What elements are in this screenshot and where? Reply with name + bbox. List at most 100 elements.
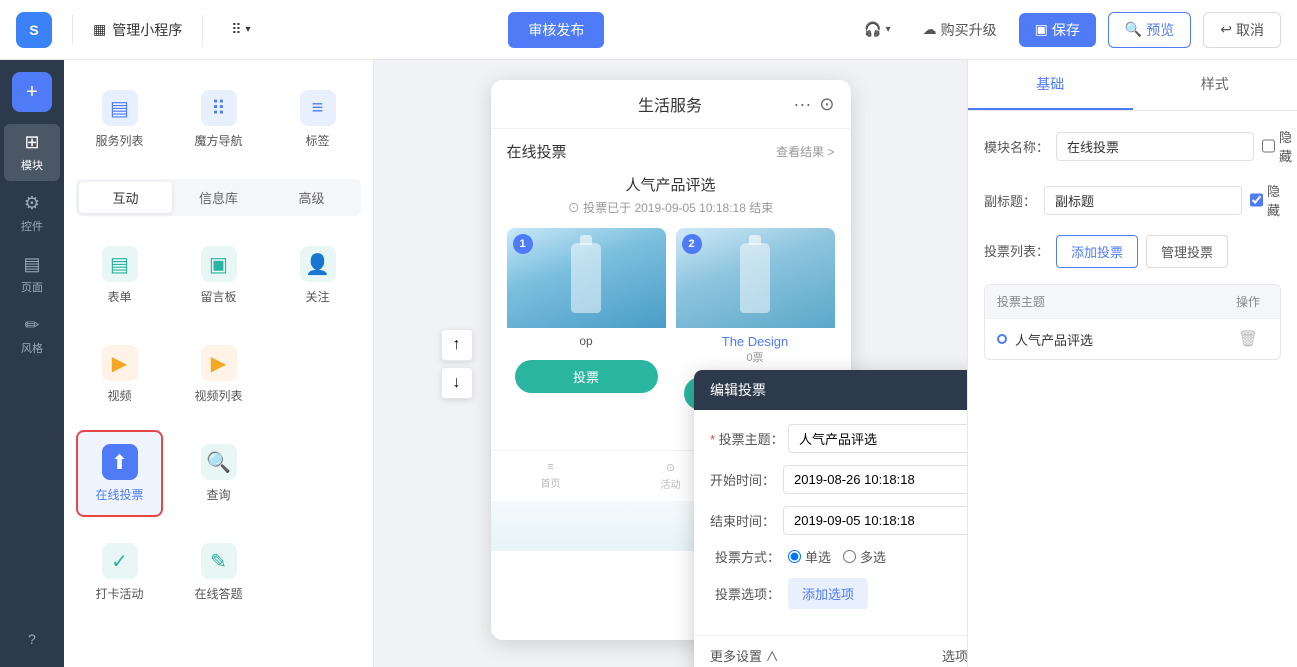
service-list-label: 服务列表 bbox=[95, 132, 143, 149]
module-tag[interactable]: ≡ 标签 bbox=[274, 76, 361, 163]
left-sidebar: + ⊞ 模块 ⚙ 控件 ▤ 页面 ✏ 风格 ? bbox=[0, 60, 64, 667]
hide-label: 隐藏 bbox=[1279, 127, 1293, 165]
vote-online-icon: ⬆ bbox=[102, 444, 138, 480]
radio-multiple[interactable]: 多选 bbox=[843, 547, 886, 566]
help-btn[interactable]: ? bbox=[20, 623, 44, 655]
module-magic-nav[interactable]: ⠿ 魔方导航 bbox=[175, 76, 262, 163]
record-icon[interactable]: ⊙ bbox=[819, 94, 834, 115]
vote-list-label: 投票列表： bbox=[984, 235, 1048, 260]
arrow-up-btn[interactable]: ↑ bbox=[441, 329, 473, 361]
manage-miniprogram-btn[interactable]: ▦ 管理小程序 bbox=[93, 20, 182, 40]
card1-info: op bbox=[507, 328, 666, 354]
arrow-down-btn[interactable]: ↓ bbox=[441, 367, 473, 399]
sidebar-item-style[interactable]: ✏ 风格 bbox=[4, 307, 60, 364]
delete-row-btn[interactable]: 🗑 bbox=[1238, 329, 1258, 349]
module-quiz[interactable]: ✎ 在线答题 bbox=[175, 529, 262, 616]
radio-single[interactable]: 单选 bbox=[788, 547, 831, 566]
follow-icon: 👤 bbox=[300, 246, 336, 282]
sidebar-item-module[interactable]: ⊞ 模块 bbox=[4, 124, 60, 181]
headset-btn[interactable]: 🎧 ▾ bbox=[854, 15, 900, 44]
phone-header: 生活服务 ··· ⊙ bbox=[491, 80, 851, 129]
interactive-modules-grid: ▤ 表单 ▣ 留言板 👤 关注 ▶ 视频 ▶ 视频列表 ⬆ 在线投票 bbox=[76, 232, 361, 616]
topbar: S ▦ 管理小程序 ⠿ ▾ 审核发布 🎧 ▾ ☁ 购买升级 ▣ 保存 🔍 预览 … bbox=[0, 0, 1297, 60]
module-service-list[interactable]: ▤ 服务列表 bbox=[76, 76, 163, 163]
module-follow[interactable]: 👤 关注 bbox=[274, 232, 361, 319]
subtitle-hide-checkbox-label: 隐藏 bbox=[1250, 181, 1281, 219]
video-list-label: 视频列表 bbox=[194, 387, 242, 404]
tab-basic[interactable]: 基础 bbox=[968, 60, 1133, 110]
subtitle-hide-checkbox[interactable] bbox=[1250, 193, 1263, 207]
subtitle-input[interactable] bbox=[1044, 186, 1242, 215]
module-video[interactable]: ▶ 视频 bbox=[76, 331, 163, 418]
tab-interactive[interactable]: 互动 bbox=[79, 182, 172, 213]
sidebar-item-control-label: 控件 bbox=[21, 218, 43, 234]
manage-vote-btn[interactable]: 管理投票 bbox=[1146, 235, 1228, 268]
poll-title: 人气产品评选 bbox=[507, 174, 835, 195]
canvas-left-arrows: ↑ ↓ bbox=[441, 329, 473, 399]
tab-style[interactable]: 样式 bbox=[1133, 60, 1297, 110]
query-icon: 🔍 bbox=[201, 444, 237, 480]
module-vote-online[interactable]: ⬆ 在线投票 bbox=[76, 430, 163, 517]
module-message-board[interactable]: ▣ 留言板 bbox=[175, 232, 262, 319]
end-time-input[interactable] bbox=[783, 506, 967, 535]
bottom-nav-activity[interactable]: ⊙ 活动 bbox=[661, 461, 681, 491]
upgrade-btn[interactable]: ☁ 购买升级 bbox=[913, 14, 1007, 46]
grid-chevron: ▾ bbox=[246, 24, 251, 35]
module-query[interactable]: 🔍 查询 bbox=[175, 430, 262, 517]
video-icon: ▶ bbox=[102, 345, 138, 381]
tab-info[interactable]: 信息库 bbox=[172, 182, 265, 213]
magic-nav-label: 魔方导航 bbox=[194, 132, 242, 149]
preview-icon: 🔍 bbox=[1125, 21, 1142, 38]
form-label: 表单 bbox=[107, 288, 131, 305]
cancel-btn[interactable]: ↩ 取消 bbox=[1203, 12, 1281, 48]
module-checkin[interactable]: ✓ 打卡活动 bbox=[76, 529, 163, 616]
save-icon: ▣ bbox=[1035, 21, 1048, 38]
sidebar-item-page[interactable]: ▤ 页面 bbox=[4, 246, 60, 303]
grid-btn[interactable]: ⠿ ▾ bbox=[223, 17, 258, 42]
sidebar-item-control[interactable]: ⚙ 控件 bbox=[4, 185, 60, 242]
topbar-center: 审核发布 bbox=[271, 12, 843, 48]
row-action: 🗑 bbox=[1228, 329, 1268, 349]
table-row: 人气产品评选 🗑 bbox=[985, 318, 1280, 359]
water-bottle-icon2 bbox=[740, 243, 770, 313]
vote-btn-1[interactable]: 投票 bbox=[515, 360, 658, 393]
add-module-btn[interactable]: + bbox=[12, 72, 52, 112]
start-time-input[interactable] bbox=[783, 465, 967, 494]
edit-popup-footer: 更多设置 ∧ 选项 bbox=[694, 635, 967, 667]
module-name-input[interactable] bbox=[1056, 132, 1254, 161]
card1-badge: 1 bbox=[513, 234, 533, 254]
module-panel: ▤ 服务列表 ⠿ 魔方导航 ≡ 标签 互动 信息库 高级 ▤ 表单 ▣ bbox=[64, 60, 374, 667]
save-label: 保存 bbox=[1052, 20, 1080, 40]
see-result-btn[interactable]: 查看结果 > bbox=[776, 143, 834, 160]
hide-checkbox[interactable] bbox=[1262, 139, 1275, 153]
more-settings-btn[interactable]: 更多设置 ∧ bbox=[710, 646, 779, 665]
more-icon[interactable]: ··· bbox=[793, 94, 811, 115]
save-btn[interactable]: ▣ 保存 bbox=[1019, 13, 1096, 47]
vote-card-1[interactable]: 1 op 投票 bbox=[507, 228, 666, 418]
main-area: + ⊞ 模块 ⚙ 控件 ▤ 页面 ✏ 风格 ? ▤ 服务列表 ⠿ bbox=[0, 60, 1297, 667]
vote-theme-input[interactable] bbox=[788, 424, 967, 453]
grid-icon: ⠿ bbox=[231, 21, 241, 38]
row-name: 人气产品评选 bbox=[1015, 330, 1228, 349]
module-form[interactable]: ▤ 表单 bbox=[76, 232, 163, 319]
preview-label: 预览 bbox=[1146, 20, 1174, 40]
vote-section-title: 在线投票 bbox=[507, 141, 567, 162]
sidebar-item-page-label: 页面 bbox=[21, 279, 43, 295]
card2-count: 0票 bbox=[684, 349, 827, 365]
publish-btn[interactable]: 审核发布 bbox=[508, 12, 604, 48]
poll-meta: ⊙ 投票已于 2019-09-05 10:18:18 结束 bbox=[507, 199, 835, 216]
preview-btn[interactable]: 🔍 预览 bbox=[1108, 12, 1191, 48]
vote-theme-row: 投票主题： bbox=[710, 424, 967, 453]
module-video-list[interactable]: ▶ 视频列表 bbox=[175, 331, 262, 418]
message-board-label: 留言板 bbox=[200, 288, 236, 305]
video-list-icon: ▶ bbox=[201, 345, 237, 381]
tab-advanced[interactable]: 高级 bbox=[265, 182, 358, 213]
module-name-row: 模块名称： 隐藏 bbox=[984, 127, 1281, 165]
logo: S bbox=[16, 12, 52, 48]
row-dot bbox=[997, 334, 1007, 344]
start-time-label: 开始时间： bbox=[710, 470, 775, 489]
options-label: 选项 bbox=[942, 646, 967, 665]
add-option-btn[interactable]: 添加选项 bbox=[788, 578, 868, 609]
bottom-nav-home[interactable]: ≡ 首页 bbox=[541, 461, 561, 491]
add-vote-btn[interactable]: 添加投票 bbox=[1056, 235, 1138, 268]
